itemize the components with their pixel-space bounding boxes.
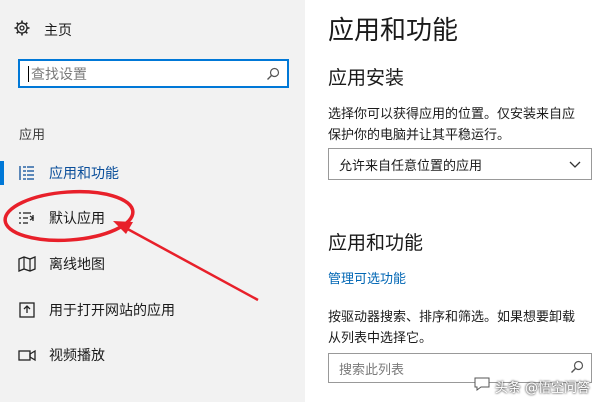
default-apps-icon <box>18 209 36 227</box>
search-placeholder: 查找设置 <box>31 66 87 83</box>
features-desc-line2: 从列表中选择它。 <box>328 331 433 346</box>
offline-maps-icon <box>18 255 36 273</box>
features-heading: 应用和功能 <box>328 232 424 254</box>
main-content: 应用和功能 应用安装 选择你可以获得应用的位置。仅安装来自应 保护你的电脑并让其… <box>305 0 600 402</box>
sidebar-item-label: 视频播放 <box>49 348 105 364</box>
chevron-down-icon <box>569 158 581 174</box>
sidebar: 主页 查找设置 应用 应用和功能 默认应用 离线地图 用于打开网站的应用 视频播… <box>0 0 305 402</box>
search-icon[interactable] <box>266 66 280 85</box>
page-title: 应用和功能 <box>328 16 459 46</box>
gear-icon <box>14 20 30 40</box>
watermark: 头条 @悟空问答 <box>473 376 590 396</box>
sidebar-item-apps-features[interactable]: 应用和功能 <box>0 156 305 190</box>
dropdown-value: 允许来自任意位置的应用 <box>339 158 483 174</box>
install-description: 选择你可以获得应用的位置。仅安装来自应 保护你的电脑并让其平稳运行。 <box>328 104 600 146</box>
install-desc-line2: 保护你的电脑并让其平稳运行。 <box>328 128 511 143</box>
features-desc-line1: 按驱动器搜索、排序和筛选。如果想要卸载 <box>328 310 576 325</box>
active-indicator <box>0 161 4 185</box>
sidebar-item-label: 应用和功能 <box>49 166 119 182</box>
install-heading: 应用安装 <box>328 67 405 89</box>
watermark-text: 头条 @悟空问答 <box>494 380 590 396</box>
home-label: 主页 <box>44 23 72 39</box>
sidebar-item-default-apps[interactable]: 默认应用 <box>0 201 305 235</box>
apps-features-icon <box>18 164 36 182</box>
features-description: 按驱动器搜索、排序和筛选。如果想要卸载 从列表中选择它。 <box>328 307 600 349</box>
video-playback-icon <box>18 346 36 364</box>
sidebar-item-label: 离线地图 <box>49 257 105 273</box>
text-caret <box>28 65 29 82</box>
sidebar-item-video-playback[interactable]: 视频播放 <box>0 338 305 372</box>
sidebar-item-label: 默认应用 <box>49 211 105 227</box>
sidebar-item-apps-for-websites[interactable]: 用于打开网站的应用 <box>0 293 305 327</box>
settings-search-input[interactable]: 查找设置 <box>18 59 289 88</box>
sidebar-item-label: 用于打开网站的应用 <box>49 303 175 319</box>
install-desc-line1: 选择你可以获得应用的位置。仅安装来自应 <box>328 107 576 122</box>
apps-for-websites-icon <box>18 301 36 319</box>
manage-optional-features-link[interactable]: 管理可选功能 <box>328 268 406 287</box>
section-label-apps: 应用 <box>19 128 46 143</box>
install-source-dropdown[interactable]: 允许来自任意位置的应用 <box>328 148 592 180</box>
chat-bubble-icon <box>473 376 491 396</box>
sidebar-item-offline-maps[interactable]: 离线地图 <box>0 247 305 281</box>
home-nav-item[interactable]: 主页 <box>14 16 72 44</box>
search-list-placeholder: 搜索此列表 <box>339 362 405 378</box>
